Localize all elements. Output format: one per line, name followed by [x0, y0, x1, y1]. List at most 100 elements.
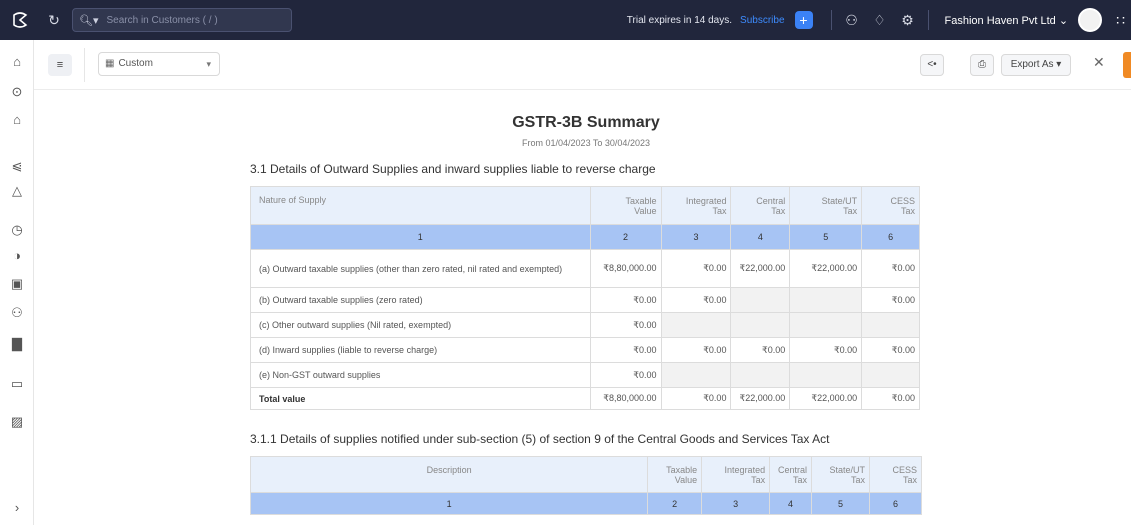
export-button[interactable]: Export As ▾: [1001, 54, 1071, 76]
table-row: (c) Other outward supplies (Nil rated, e…: [250, 312, 920, 338]
home-icon[interactable]: ⌂: [0, 54, 34, 69]
column-header: Description: [249, 456, 649, 493]
search-icon[interactable]: 🔍︎▾: [79, 14, 99, 27]
table-cell: ₹0.00: [861, 337, 920, 363]
table-cell: ₹22,000.00: [730, 387, 791, 410]
table-cell: ₹0.00: [660, 249, 732, 288]
table-cell: ₹8,80,000.00: [589, 249, 662, 288]
column-header: Integrated Tax: [660, 186, 732, 225]
table-cell: [789, 287, 863, 313]
column-number: 6: [861, 224, 920, 250]
divider: [830, 10, 832, 30]
column-header-text: CESS: [892, 464, 917, 475]
gear-icon[interactable]: ⚙: [894, 12, 922, 29]
column-header: Taxable Value: [647, 456, 703, 493]
table-cell: ₹0.00: [589, 287, 662, 313]
table-row: (a) Outward taxable supplies (other than…: [250, 249, 920, 288]
table-row: Total value ₹8,80,000.00 ₹0.00 ₹22,000.00 ₹2…: [250, 387, 920, 410]
column-header: Central Tax: [730, 186, 791, 225]
close-icon[interactable]: ✕: [1093, 54, 1105, 71]
table-cell: [861, 312, 920, 338]
column-header-text: Tax: [771, 205, 786, 216]
bell-icon[interactable]: ♢: [866, 12, 894, 29]
column-number: 3: [660, 224, 732, 250]
org-name: Fashion Haven Pvt Ltd: [944, 14, 1056, 27]
org-switcher[interactable]: Fashion Haven Pvt Ltd ⌄: [945, 14, 1069, 27]
divider: [927, 10, 929, 30]
table-row: (d) Inward supplies (liable to reverse c…: [250, 337, 920, 363]
refresh-icon[interactable]: ↻: [40, 12, 68, 29]
table-cell: ₹0.00: [730, 337, 791, 363]
column-number: 1: [250, 224, 591, 250]
table-cell: ₹0.00: [861, 387, 920, 410]
side-panel-tab[interactable]: [1123, 52, 1131, 78]
menu-icon[interactable]: ≡: [48, 54, 72, 76]
notified-supplies-table: Description Taxable Value Integrated Tax Cent…: [249, 456, 922, 515]
table-row: (b) Outward taxable supplies (zero rated…: [250, 287, 920, 313]
column-header-text: Tax: [712, 205, 727, 216]
column-number: 5: [789, 224, 863, 250]
chevron-down-icon: ▾: [206, 59, 211, 69]
column-header-text: Description: [426, 465, 472, 475]
documents-icon[interactable]: ▭: [0, 376, 34, 392]
subscribe-link[interactable]: Subscribe: [740, 15, 784, 26]
table-cell: ₹0.00: [660, 387, 732, 410]
print-icon[interactable]: ⎙: [970, 54, 994, 76]
table-cell: ₹0.00: [589, 312, 662, 338]
table-cell: [789, 312, 863, 338]
column-number: 4: [730, 224, 791, 250]
table-cell: ₹22,000.00: [730, 249, 791, 288]
time-icon[interactable]: ◑: [0, 248, 34, 263]
chevron-right-icon[interactable]: ›: [0, 500, 34, 515]
divider: [84, 48, 85, 82]
cart-icon[interactable]: ⩿: [0, 158, 34, 174]
column-header-text: Integrated: [724, 464, 766, 475]
table-cell: ₹0.00: [589, 337, 662, 363]
table-cell: ₹22,000.00: [789, 387, 863, 410]
table-cell: ₹0.00: [589, 362, 662, 388]
table-cell: ₹8,80,000.00: [589, 387, 662, 410]
period-select[interactable]: ▦ Custom ▾: [98, 52, 220, 76]
column-header-text: Taxable: [625, 195, 657, 206]
column-header-text: Central: [756, 195, 786, 206]
apps-grid-icon[interactable]: ∷: [1116, 12, 1125, 29]
logo-icon[interactable]: [0, 0, 40, 40]
outward-supplies-table: Nature of Supply Taxable Value Integrated Ta…: [250, 186, 920, 410]
search-input[interactable]: 🔍︎▾ Search in Customers ( / ): [72, 8, 292, 32]
table-row: (e) Non-GST outward supplies ₹0.00: [250, 362, 920, 388]
column-header: Taxable Value: [589, 186, 662, 225]
row-label: (a) Outward taxable supplies (other than…: [250, 249, 591, 288]
column-header: State/UT Tax: [789, 186, 863, 225]
users-icon[interactable]: ⚇: [838, 12, 866, 29]
bag-icon[interactable]: △: [0, 183, 34, 199]
column-header-text: Tax: [843, 205, 858, 216]
contacts-icon[interactable]: ⚇: [0, 305, 34, 321]
bank-icon[interactable]: ⌂: [0, 112, 34, 127]
column-header-text: State/UT: [821, 195, 858, 206]
row-label: (c) Other outward supplies (Nil rated, e…: [250, 312, 591, 338]
period-label: Custom: [118, 58, 153, 69]
reports-icon[interactable]: ▇: [0, 336, 34, 352]
row-label: (b) Outward taxable supplies (zero rated…: [250, 287, 591, 313]
section-heading: 3.1.1 Details of supplies notified under…: [250, 432, 830, 446]
notes-icon[interactable]: ▨: [0, 414, 34, 430]
top-bar: ↻ 🔍︎▾ Search in Customers ( / ) Trial ex…: [0, 0, 1131, 40]
document-icon[interactable]: ▣: [0, 276, 34, 292]
table-cell: ₹0.00: [660, 337, 732, 363]
clock-icon[interactable]: ◷: [0, 222, 34, 238]
calendar-icon: ▦: [105, 58, 115, 69]
items-icon[interactable]: ⊙: [0, 84, 34, 100]
table-cell: ₹0.00: [861, 287, 920, 313]
table-cell: ₹22,000.00: [789, 249, 863, 288]
table-cell: ₹0.00: [660, 287, 732, 313]
column-header: Central Tax: [769, 456, 813, 493]
trial-text: Trial expires in 14 days.: [626, 14, 733, 26]
row-label: Total value: [250, 387, 591, 410]
column-header-text: Tax: [850, 474, 865, 485]
share-icon[interactable]: <•: [920, 54, 944, 76]
plus-icon[interactable]: +: [794, 11, 813, 29]
table-cell: [789, 362, 863, 388]
column-header: CESS Tax: [869, 456, 922, 493]
avatar[interactable]: [1078, 8, 1103, 32]
table-cell: ₹0.00: [861, 249, 920, 288]
